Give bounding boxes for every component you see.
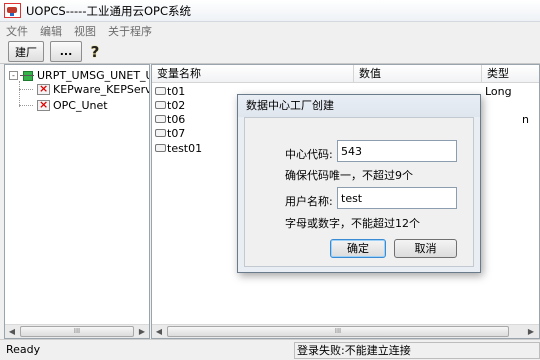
scroll-left-icon[interactable]: ◀ — [5, 325, 19, 338]
dialog-body: 中心代码: 确保代码唯一，不超过9个 用户名称: 字母或数字，不能超过12个 确… — [244, 117, 474, 267]
variable-name: t02 — [167, 98, 186, 112]
menu-about[interactable]: 关于程序 — [108, 23, 152, 39]
tree-item-kepware[interactable]: KEPware_KEPServer — [37, 82, 149, 97]
code-label: 中心代码: — [285, 148, 333, 161]
network-icon — [20, 70, 34, 82]
menu-edit[interactable]: 编辑 — [40, 23, 62, 39]
collapse-icon[interactable]: - — [9, 71, 18, 80]
column-header-name[interactable]: 变量名称 — [152, 65, 354, 83]
tag-icon — [155, 115, 166, 123]
user-input[interactable] — [337, 187, 457, 209]
status-ready: Ready — [6, 343, 41, 356]
user-hint: 字母或数字，不能超过12个 — [285, 217, 420, 230]
title-bar: UOPCS-----工业通用云OPC系统 — [0, 0, 540, 22]
scroll-left-icon[interactable]: ◀ — [152, 325, 166, 338]
column-header-value[interactable]: 数值 — [354, 65, 482, 83]
list-item[interactable]: test01 — [155, 141, 202, 155]
toolbar: 建厂 ... ? — [0, 40, 540, 64]
app-icon — [4, 3, 21, 18]
tree-item-label: OPC_Unet — [53, 99, 108, 112]
tag-icon — [155, 144, 166, 152]
ok-button[interactable]: 确定 — [330, 239, 386, 258]
tree-connector — [19, 105, 33, 106]
server-disconnected-icon — [37, 98, 50, 111]
scrollbar-thumb[interactable]: III — [20, 326, 134, 337]
list-horizontal-scrollbar[interactable]: ◀ III ▶ — [152, 324, 539, 338]
menu-bar: 文件 编辑 视图 关于程序 — [0, 22, 540, 40]
status-message: 登录失败:不能建立连接 — [294, 342, 540, 359]
list-item[interactable]: t07 — [155, 126, 185, 140]
variable-name: test01 — [167, 141, 203, 155]
tree-item-opc-unet[interactable]: OPC_Unet — [37, 98, 108, 113]
tree-horizontal-scrollbar[interactable]: ◀ III ▶ — [5, 324, 149, 338]
variable-name: t01 — [167, 84, 186, 98]
list-item[interactable]: t06 — [155, 112, 185, 126]
tag-icon — [155, 129, 166, 137]
variable-type: Long — [485, 85, 512, 98]
status-bar: Ready 登录失败:不能建立连接 — [0, 339, 540, 360]
tag-icon — [155, 87, 166, 95]
tree-root-label: URPT_UMSG_UNET_UC — [37, 69, 150, 82]
tag-icon — [155, 101, 166, 109]
more-button[interactable]: ... — [50, 41, 82, 62]
dialog-title: 数据中心工厂创建 — [238, 95, 480, 117]
tree-pane[interactable]: - URPT_UMSG_UNET_UC KEPware_KEPServer OP… — [4, 64, 150, 339]
tree-root[interactable]: - URPT_UMSG_UNET_UC — [9, 68, 150, 83]
variable-type: n — [522, 113, 529, 126]
tree-connector — [19, 89, 33, 90]
column-header-type[interactable]: 类型 — [482, 65, 539, 83]
user-label: 用户名称: — [285, 195, 333, 208]
menu-file[interactable]: 文件 — [6, 23, 28, 39]
scroll-right-icon[interactable]: ▶ — [135, 325, 149, 338]
scroll-right-icon[interactable]: ▶ — [524, 325, 538, 338]
code-input[interactable] — [337, 140, 457, 162]
menu-view[interactable]: 视图 — [74, 23, 96, 39]
variable-name: t06 — [167, 112, 186, 126]
code-hint: 确保代码唯一，不超过9个 — [285, 169, 413, 182]
list-item[interactable]: t01 — [155, 84, 185, 98]
scrollbar-thumb[interactable]: III — [167, 326, 509, 337]
variable-name: t07 — [167, 126, 186, 140]
tree-connector — [19, 81, 20, 107]
create-factory-dialog: 数据中心工厂创建 中心代码: 确保代码唯一，不超过9个 用户名称: 字母或数字，… — [237, 94, 481, 273]
tree-item-label: KEPware_KEPServer — [53, 83, 149, 96]
server-disconnected-icon — [37, 82, 50, 95]
build-factory-button[interactable]: 建厂 — [8, 41, 44, 62]
help-icon[interactable]: ? — [88, 43, 102, 61]
list-item[interactable]: t02 — [155, 98, 185, 112]
cancel-button[interactable]: 取消 — [394, 239, 457, 258]
window-title: UOPCS-----工业通用云OPC系统 — [26, 3, 191, 18]
